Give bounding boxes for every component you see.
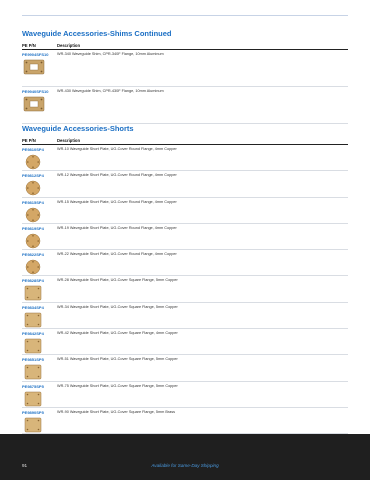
table-row: PE9890SP5 WR-90 Waveguide Short Plate, UG… xyxy=(22,408,348,435)
part-description: WR-34 Waveguide Short Plate, UG-Cover Sq… xyxy=(57,304,178,309)
shim-thumbnail xyxy=(22,96,52,112)
part-description: WR-10 Waveguide Short Plate, UG-Cover Ro… xyxy=(57,147,177,151)
footer-tagline: Available for Same-Day Shipping xyxy=(151,463,219,468)
part-description: WR-430 Waveguide Shim, CPR-430F Flange, … xyxy=(57,89,164,93)
shorts-col-desc: Description xyxy=(57,138,81,143)
short-plate-thumbnail xyxy=(22,417,52,433)
shims-col-pn: PE P/N xyxy=(22,43,36,48)
shims-rows: PE9904SFS10 WR-340 Waveguide Shim, CPR-34… xyxy=(22,50,348,124)
part-description: WR-28 Waveguide Short Plate, UG-Cover Sq… xyxy=(57,278,178,283)
part-description: WR-42 Waveguide Short Plate, UG-Cover Sq… xyxy=(57,331,178,336)
shorts-rows: PE9810SP4 WR-10 Waveguide Short Plate, UG… xyxy=(22,145,348,461)
shorts-table: PE P/N Description PE9810SP4 WR-10 Wavegu… xyxy=(22,135,348,461)
short-plate-thumbnail xyxy=(22,207,52,223)
shims-table-header: PE P/N Description xyxy=(22,40,348,50)
table-row: PE9940SFS10 WR-430 Waveguide Shim, CPR-43… xyxy=(22,87,348,124)
short-plate-thumbnail xyxy=(22,312,52,328)
table-row: PE9851SP5 WR-51 Waveguide Short Plate, UG… xyxy=(22,355,348,382)
table-row: PE9875SP5 WR-75 Waveguide Short Plate, UG… xyxy=(22,382,348,408)
part-description: WR-51 Waveguide Short Plate, UG-Cover Sq… xyxy=(57,357,178,362)
shims-table: PE P/N Description PE9904SFS10 WR-340 Wav… xyxy=(22,40,348,124)
shorts-table-header: PE P/N Description xyxy=(22,135,348,145)
shorts-section-title: Waveguide Accessories-Shorts xyxy=(22,124,134,133)
part-description: WR-22 Waveguide Short Plate, UG-Cover Ro… xyxy=(57,252,177,257)
table-row: PE9828SP4 WR-28 Waveguide Short Plate, UG… xyxy=(22,276,348,303)
table-row: PE9819SP4 WR-19 Waveguide Short Plate, UG… xyxy=(22,224,348,251)
table-row: PE9815SP4 WR-15 Waveguide Short Plate, UG… xyxy=(22,198,348,224)
table-row: PE9834SP4 WR-34 Waveguide Short Plate, UG… xyxy=(22,303,348,330)
table-row: PE9812SP4 WR-12 Waveguide Short Plate, UG… xyxy=(22,171,348,198)
top-rule xyxy=(22,15,348,16)
shim-thumbnail xyxy=(22,59,52,75)
short-plate-thumbnail xyxy=(22,285,52,301)
part-description: WR-19 Waveguide Short Plate, UG-Cover Ro… xyxy=(57,225,177,230)
shorts-col-pn: PE P/N xyxy=(22,138,36,143)
shims-col-desc: Description xyxy=(57,43,81,48)
footer-bar: 91 Available for Same-Day Shipping xyxy=(0,434,370,480)
table-row: PE9822SP4 WR-22 Waveguide Short Plate, UG… xyxy=(22,250,348,277)
table-row: PE9842SP4 WR-42 Waveguide Short Plate, UG… xyxy=(22,329,348,356)
short-plate-thumbnail xyxy=(22,259,52,275)
part-description: WR-75 Waveguide Short Plate, UG-Cover Sq… xyxy=(57,383,178,388)
part-description: WR-340 Waveguide Shim, CPR-340F Flange, … xyxy=(57,52,164,56)
short-plate-thumbnail xyxy=(22,364,52,380)
short-plate-thumbnail xyxy=(22,338,52,354)
short-plate-thumbnail xyxy=(22,154,52,170)
short-plate-thumbnail xyxy=(22,233,52,249)
short-plate-thumbnail xyxy=(22,180,52,196)
short-plate-thumbnail xyxy=(22,391,52,407)
part-description: WR-12 Waveguide Short Plate, UG-Cover Ro… xyxy=(57,173,177,178)
part-description: WR-15 Waveguide Short Plate, UG-Cover Ro… xyxy=(57,199,177,204)
part-description: WR-90 Waveguide Short Plate, UG-Cover Sq… xyxy=(57,409,176,414)
table-row: PE9904SFS10 WR-340 Waveguide Shim, CPR-34… xyxy=(22,50,348,87)
shims-section-title: Waveguide Accessories-Shims Continued xyxy=(22,29,172,38)
table-row: PE9810SP4 WR-10 Waveguide Short Plate, UG… xyxy=(22,145,348,172)
